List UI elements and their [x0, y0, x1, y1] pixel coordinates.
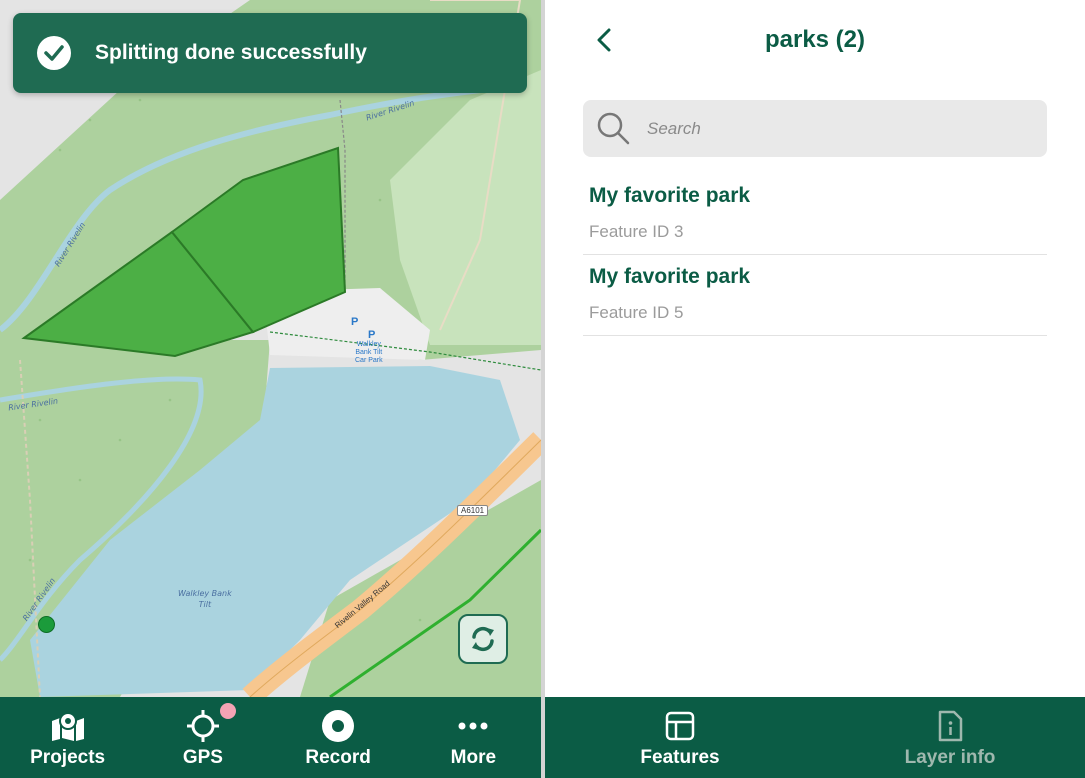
gps-position-marker: [38, 616, 55, 633]
sync-button[interactable]: [458, 614, 508, 664]
map-canvas[interactable]: [0, 0, 541, 697]
features-panel: parks (2) My favorite park Feature ID 3 …: [545, 0, 1085, 778]
list-item[interactable]: My favorite park Feature ID 5: [583, 255, 1047, 336]
nav-label: Record: [305, 747, 371, 768]
table-icon: [665, 709, 695, 743]
map-pin-icon: [50, 709, 86, 743]
search-icon: [597, 112, 630, 144]
list-item[interactable]: My favorite park Feature ID 3: [583, 174, 1047, 255]
parking-icon: P: [368, 329, 376, 341]
info-document-icon: [937, 709, 963, 743]
nav-projects[interactable]: Projects: [0, 697, 135, 778]
nav-label: GPS: [182, 747, 223, 768]
nav-gps[interactable]: GPS: [135, 697, 270, 778]
sync-icon: [472, 626, 494, 652]
nav-more[interactable]: More: [406, 697, 541, 778]
tab-features[interactable]: Features: [545, 697, 815, 778]
tab-label: Features: [640, 747, 720, 768]
nav-label: More: [450, 747, 497, 768]
reservoir-label: Walkley Bank Tilt: [178, 589, 232, 609]
app-root: River Rivelin River Rivelin River Riveli…: [0, 0, 1085, 778]
map-panel: River Rivelin River Rivelin River Riveli…: [0, 0, 541, 778]
road-shield: A6101: [457, 505, 489, 516]
page-title: parks (2): [764, 26, 866, 53]
crosshair-icon: [186, 709, 219, 743]
bottom-navigation: Projects GPS Record More: [0, 697, 541, 778]
check-circle-icon: [37, 36, 71, 70]
search-input[interactable]: [647, 118, 1027, 139]
toast-message: Splitting done successfully: [95, 41, 367, 64]
feature-list: My favorite park Feature ID 3 My favorit…: [583, 174, 1047, 336]
nav-label: Projects: [30, 747, 106, 768]
record-icon: [322, 709, 355, 743]
panel-tab-bar: Features Layer info: [545, 697, 1085, 778]
gps-status-badge: [220, 703, 237, 719]
feature-id: Feature ID 3: [589, 222, 684, 241]
tab-label: Layer info: [904, 747, 996, 768]
nav-record[interactable]: Record: [271, 697, 406, 778]
feature-id: Feature ID 5: [589, 303, 684, 322]
success-toast: Splitting done successfully: [13, 13, 527, 93]
feature-title: My favorite park: [589, 265, 751, 288]
search-bar[interactable]: [583, 100, 1047, 157]
car-park-label: Walkley Bank Tilt Car Park: [355, 341, 383, 364]
tab-layer-info[interactable]: Layer info: [815, 697, 1085, 778]
more-dots-icon: [458, 709, 488, 743]
feature-title: My favorite park: [589, 184, 751, 207]
parking-icon: P: [351, 316, 359, 328]
